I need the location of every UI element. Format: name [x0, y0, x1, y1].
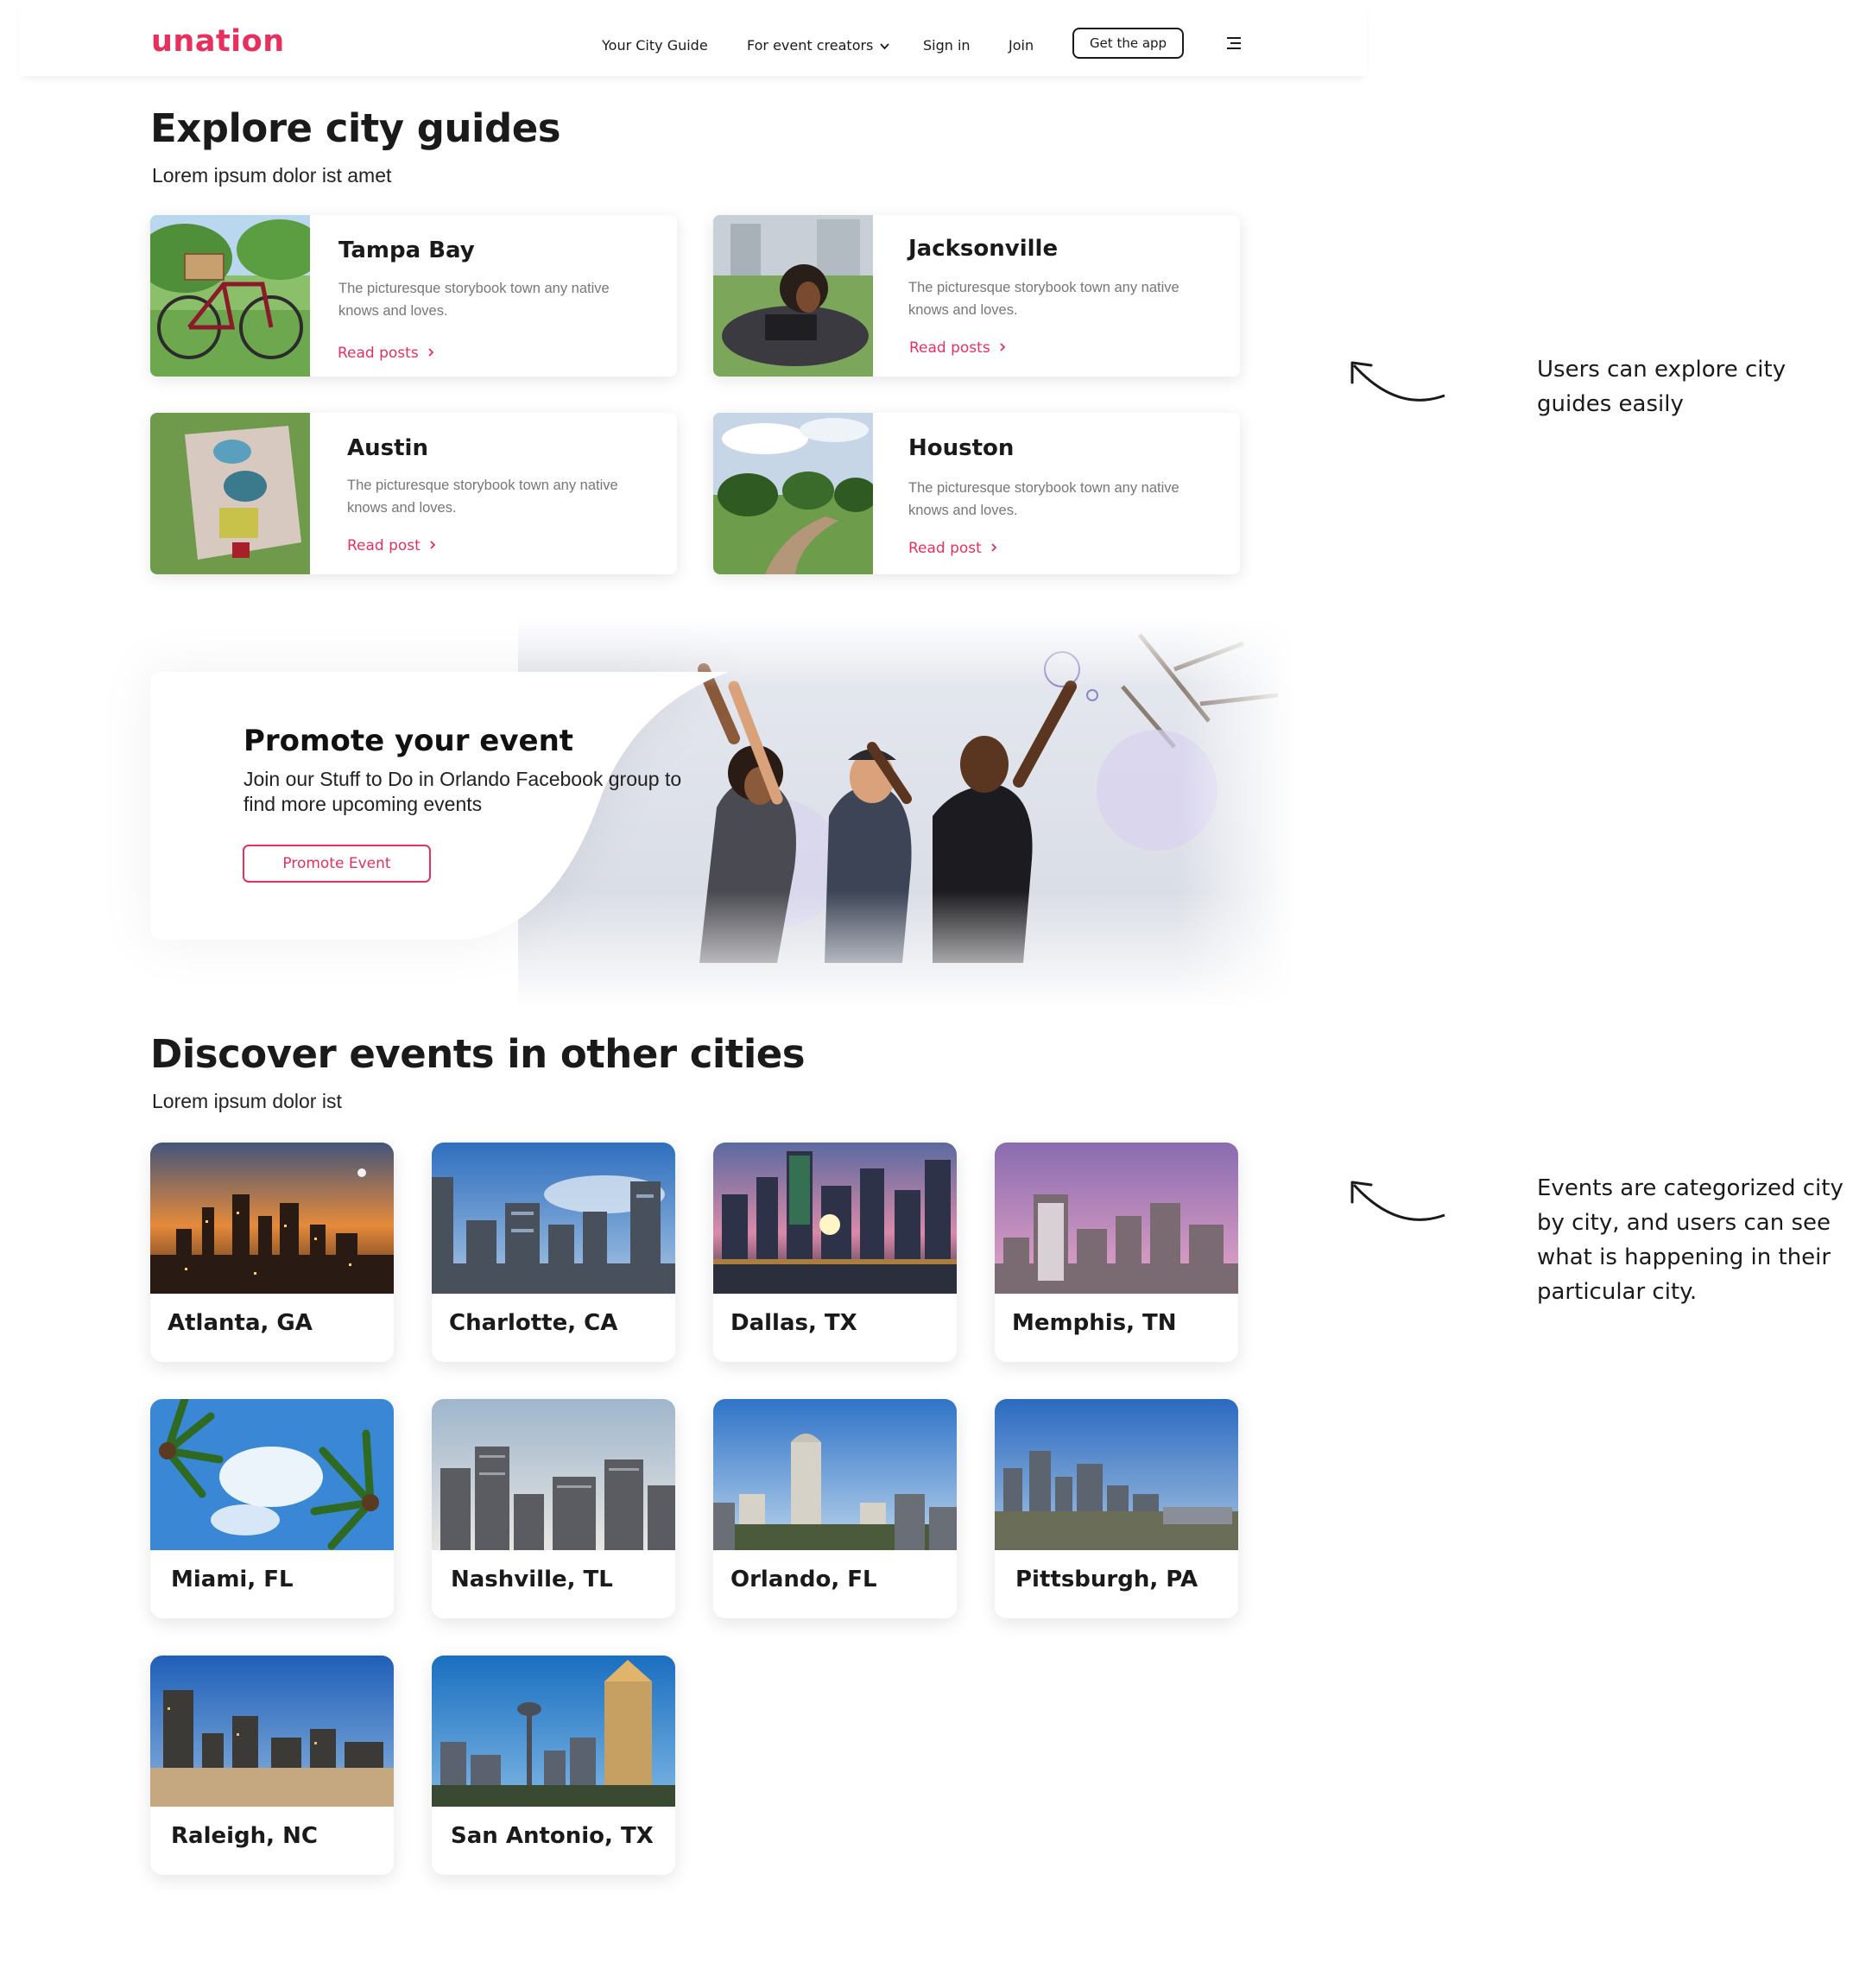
guides-subtitle: Lorem ipsum dolor ist amet: [152, 164, 392, 187]
city-name: Orlando, FL: [730, 1567, 877, 1592]
city-card-pittsburgh[interactable]: Pittsburgh, PA: [995, 1399, 1238, 1618]
city-name: Atlanta, GA: [168, 1310, 313, 1336]
cities-subtitle: Lorem ipsum dolor ist: [152, 1090, 342, 1112]
city-image-dallas: [713, 1143, 957, 1294]
city-name: Pittsburgh, PA: [1015, 1567, 1198, 1592]
city-name: Memphis, TN: [1012, 1310, 1177, 1336]
guide-description: The picturesque storybook town any nativ…: [347, 478, 618, 516]
city-card-atlanta[interactable]: Atlanta, GA: [150, 1143, 394, 1362]
city-card-nashville[interactable]: Nashville, TL: [432, 1399, 675, 1618]
city-name: Miami, FL: [171, 1567, 294, 1592]
chevron-down-icon: [880, 42, 890, 49]
guide-card-jacksonville[interactable]: Jacksonville The picturesque storybook t…: [713, 215, 1240, 377]
nav-your-city-guide[interactable]: Your City Guide: [602, 37, 708, 54]
city-image-atlanta: [150, 1143, 394, 1294]
city-image-charlotte: [432, 1143, 675, 1294]
read-post-link[interactable]: Read post: [908, 540, 998, 557]
guide-name: Jacksonville: [908, 236, 1059, 262]
guides-title: Explore city guides: [150, 105, 561, 151]
city-name: San Antonio, TX: [451, 1823, 654, 1849]
city-image-raleigh: [150, 1656, 394, 1807]
unation-logo[interactable]: unation: [151, 24, 285, 59]
city-image-pittsburgh: [995, 1399, 1238, 1550]
curved-arrow-icon: [1350, 361, 1445, 402]
guide-image-houston: [713, 413, 873, 574]
chevron-right-icon: [991, 543, 997, 552]
guide-card-houston[interactable]: Houston The picturesque storybook town a…: [713, 413, 1240, 574]
city-image-nashville: [432, 1399, 675, 1550]
read-posts-label: Read posts: [909, 339, 990, 357]
city-card-miami[interactable]: Miami, FL: [150, 1399, 394, 1618]
guide-image-austin: [150, 413, 310, 574]
nav-for-event-creators[interactable]: For event creators: [747, 37, 890, 54]
menu-icon[interactable]: [1225, 35, 1243, 51]
annotation-cities: Events are categorized city by city, and…: [1537, 1175, 1844, 1305]
get-the-app-button[interactable]: Get the app: [1072, 28, 1184, 59]
read-posts-link[interactable]: Read posts: [909, 339, 1007, 357]
nav-for-event-creators-label: For event creators: [747, 37, 874, 54]
city-image-miami: [150, 1399, 394, 1550]
chevron-right-icon: [1000, 343, 1006, 351]
annotation-guides: Users can explore city guides easily: [1537, 357, 1787, 417]
guide-card-tampa-bay[interactable]: Tampa Bay The picturesque storybook town…: [150, 215, 677, 377]
read-post-label: Read post: [347, 537, 421, 554]
guide-description: The picturesque storybook town any nativ…: [908, 480, 1179, 518]
curved-arrow-icon: [1350, 1181, 1445, 1221]
guide-image-jacksonville: [713, 215, 873, 377]
city-card-raleigh[interactable]: Raleigh, NC: [150, 1656, 394, 1875]
city-name: Charlotte, CA: [449, 1310, 618, 1336]
city-card-memphis[interactable]: Memphis, TN: [995, 1143, 1238, 1362]
site-header: unation Your City Guide For event creato…: [20, 0, 1367, 76]
city-name: Nashville, TL: [451, 1567, 613, 1592]
promo-text: Join our Stuff to Do in Orlando Facebook…: [243, 768, 682, 815]
guide-description: The picturesque storybook town any nativ…: [338, 281, 610, 319]
chevron-right-icon: [428, 348, 434, 357]
city-card-charlotte[interactable]: Charlotte, CA: [432, 1143, 675, 1362]
city-image-orlando: [713, 1399, 957, 1550]
guide-image-tampa-bay: [150, 215, 310, 377]
promote-event-button[interactable]: Promote Event: [243, 845, 431, 883]
read-post-link[interactable]: Read post: [347, 537, 437, 554]
cities-title: Discover events in other cities: [150, 1031, 806, 1077]
read-post-label: Read post: [908, 540, 982, 557]
nav-sign-in[interactable]: Sign in: [923, 37, 971, 54]
city-name: Dallas, TX: [730, 1310, 857, 1336]
chevron-right-icon: [430, 541, 436, 549]
guide-name: Houston: [908, 435, 1015, 461]
city-image-memphis: [995, 1143, 1238, 1294]
promo-title: Promote your event: [243, 724, 574, 758]
city-card-dallas[interactable]: Dallas, TX: [713, 1143, 957, 1362]
city-name: Raleigh, NC: [171, 1823, 318, 1849]
read-posts-link[interactable]: Read posts: [338, 345, 435, 362]
nav-join[interactable]: Join: [1009, 37, 1034, 54]
guide-description: The picturesque storybook town any nativ…: [908, 280, 1179, 318]
city-image-san-antonio: [432, 1656, 675, 1807]
guide-card-austin[interactable]: Austin The picturesque storybook town an…: [150, 413, 677, 574]
guide-name: Austin: [347, 435, 428, 461]
guide-name: Tampa Bay: [338, 237, 475, 263]
read-posts-label: Read posts: [338, 345, 419, 362]
city-card-san-antonio[interactable]: San Antonio, TX: [432, 1656, 675, 1875]
city-card-orlando[interactable]: Orlando, FL: [713, 1399, 957, 1618]
